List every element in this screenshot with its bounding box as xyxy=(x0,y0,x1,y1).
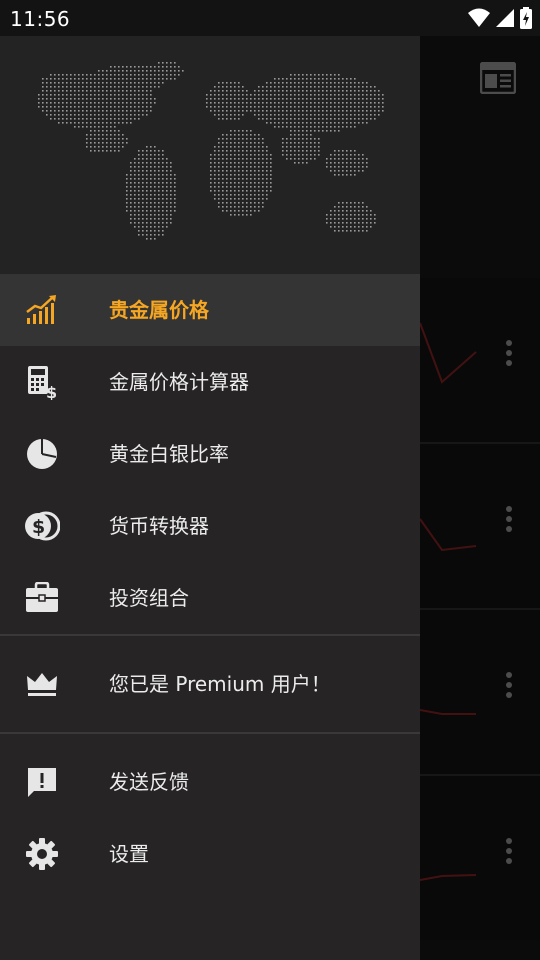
feedback-icon xyxy=(24,764,60,800)
briefcase-icon xyxy=(24,580,60,616)
nav-item-label: 贵金属价格 xyxy=(109,298,209,322)
premium-label: 您已是 Premium 用户！ xyxy=(109,672,331,696)
nav-item-portfolio[interactable]: 投资组合 xyxy=(0,562,420,634)
nav-item-metal-price-calculator[interactable]: $ 金属价格计算器 xyxy=(0,346,420,418)
nav-item-label: 投资组合 xyxy=(109,586,189,610)
currency-coins-icon: $ xyxy=(24,508,60,544)
nav-item-label: 设置 xyxy=(109,842,149,866)
gear-icon xyxy=(24,836,60,872)
trending-up-chart-icon xyxy=(24,292,60,328)
signal-icon xyxy=(496,9,514,27)
nav-item-label: 货币转换器 xyxy=(109,514,209,538)
world-map-image xyxy=(38,62,384,240)
nav-item-label: 黄金白银比率 xyxy=(109,442,229,466)
nav-item-settings[interactable]: 设置 xyxy=(0,818,420,890)
nav-item-label: 金属价格计算器 xyxy=(109,370,249,394)
pie-chart-icon xyxy=(24,436,60,472)
status-bar: 11:56 xyxy=(0,0,540,36)
premium-status[interactable]: 您已是 Premium 用户！ xyxy=(0,636,420,732)
drawer-header xyxy=(0,36,420,274)
wifi-icon xyxy=(468,8,490,27)
battery-icon xyxy=(520,7,532,29)
nav-item-precious-metal-prices[interactable]: 贵金属价格 xyxy=(0,274,420,346)
drawer-menu: 贵金属价格 $ 金属价格计算器 黄金白银比率 $ 货币转换器 投资组合 您已是 … xyxy=(0,274,420,890)
nav-item-send-feedback[interactable]: 发送反馈 xyxy=(0,746,420,818)
crown-icon xyxy=(24,666,60,702)
svg-text:$: $ xyxy=(46,383,57,400)
nav-item-currency-converter[interactable]: $ 货币转换器 xyxy=(0,490,420,562)
navigation-drawer: 贵金属价格 $ 金属价格计算器 黄金白银比率 $ 货币转换器 投资组合 您已是 … xyxy=(0,36,420,960)
status-time: 11:56 xyxy=(10,7,71,31)
drawer-scrim[interactable] xyxy=(420,36,540,960)
nav-item-gold-silver-ratio[interactable]: 黄金白银比率 xyxy=(0,418,420,490)
nav-item-label: 发送反馈 xyxy=(109,770,189,794)
calculator-icon: $ xyxy=(24,364,60,400)
status-icons xyxy=(468,6,532,30)
svg-text:$: $ xyxy=(32,516,45,538)
